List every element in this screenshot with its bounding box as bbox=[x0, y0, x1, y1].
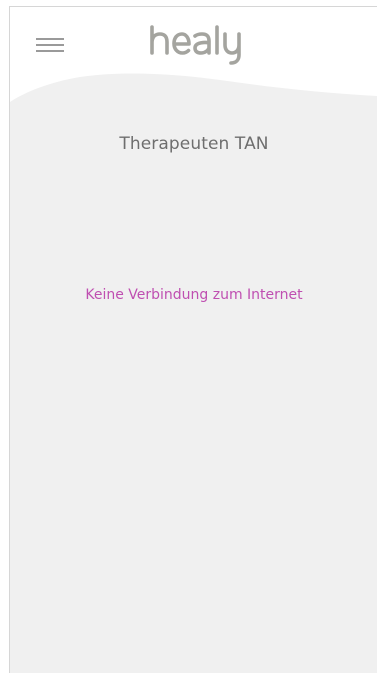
no-connection-message: Keine Verbindung zum Internet bbox=[85, 287, 303, 303]
page-title: Therapeuten TAN bbox=[119, 134, 269, 154]
healy-logo: healy bbox=[150, 25, 241, 65]
app-screen: healy Therapeuten TAN Keine Verbindung z… bbox=[9, 6, 377, 673]
hamburger-menu-icon[interactable] bbox=[36, 35, 66, 55]
